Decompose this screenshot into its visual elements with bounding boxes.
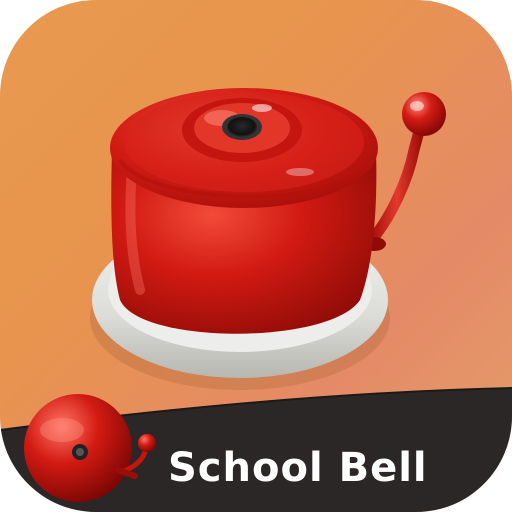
bell-knob bbox=[402, 92, 446, 136]
bell-center-hole bbox=[227, 117, 257, 137]
bell-button-icon bbox=[90, 88, 446, 390]
app-title: School Bell bbox=[168, 445, 428, 491]
app-icon[interactable]: School Bell bbox=[0, 0, 512, 512]
bell-arm bbox=[366, 112, 428, 246]
